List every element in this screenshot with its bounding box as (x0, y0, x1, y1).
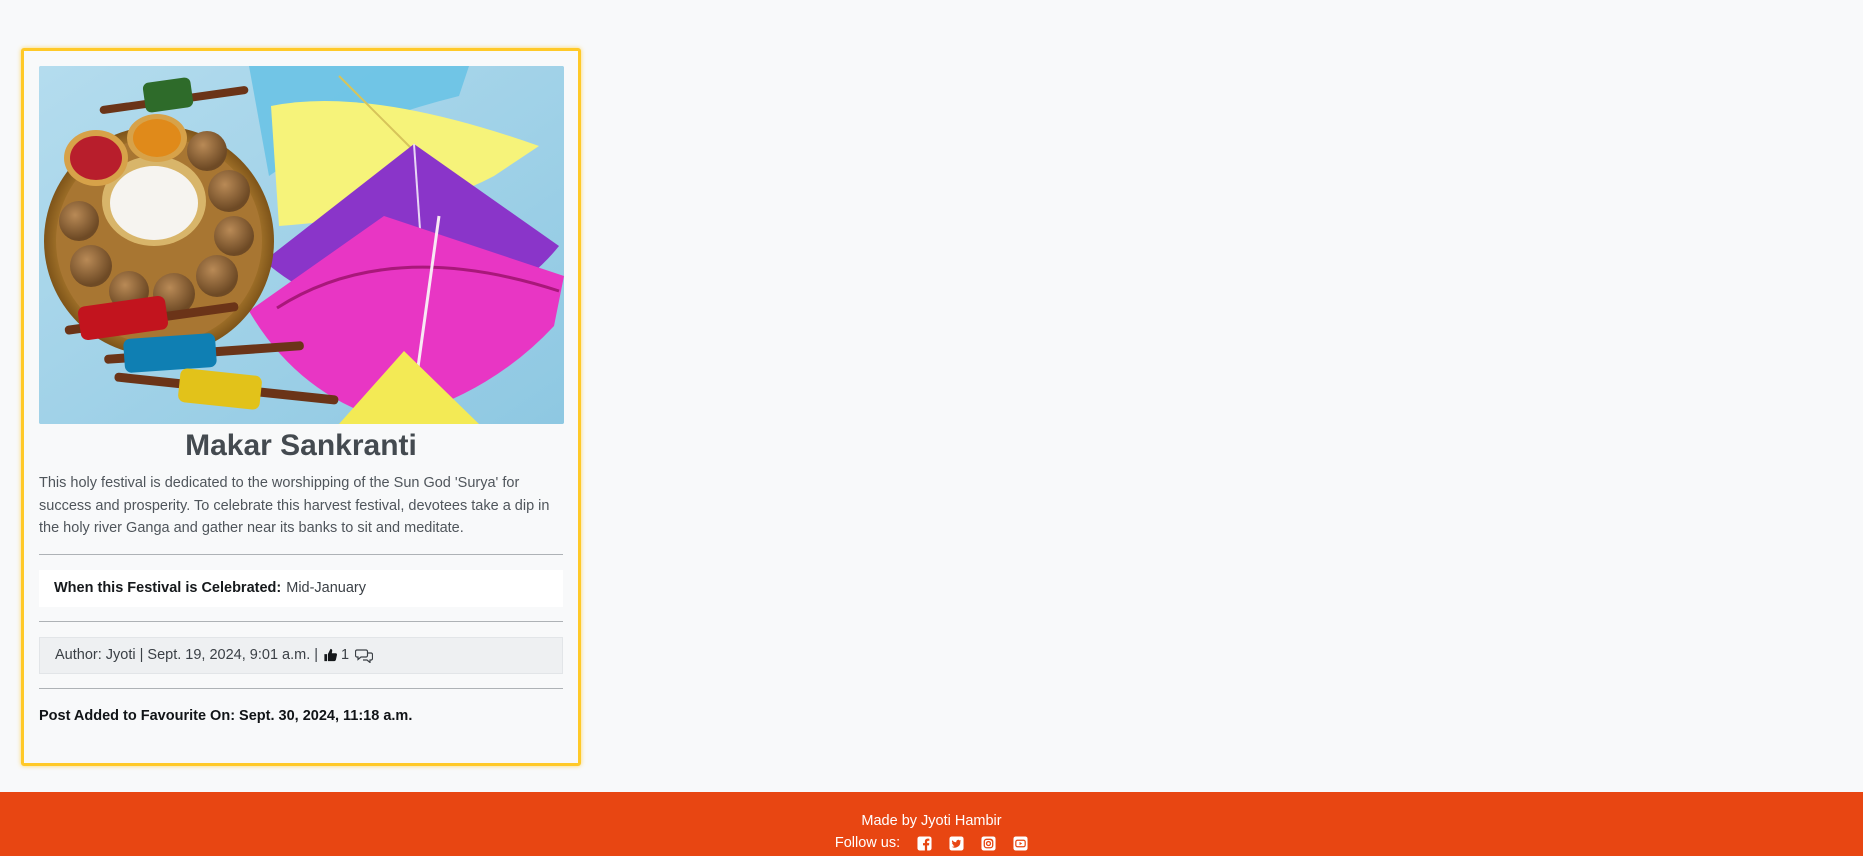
divider (39, 553, 563, 555)
footer-credit: Made by Jyoti Hambir (861, 813, 1002, 829)
page: Makar Sankranti This holy festival is de… (0, 0, 1863, 856)
twitter-icon[interactable] (949, 835, 964, 851)
festival-card: Makar Sankranti This holy festival is de… (21, 48, 581, 766)
author-info: Author: Jyoti | Sept. 19, 2024, 9:01 a.m… (39, 636, 563, 674)
instagram-icon[interactable] (981, 835, 996, 851)
celebration-label: When this Festival is Celebrated: (54, 580, 282, 596)
festival-image (39, 66, 564, 424)
youtube-icon[interactable] (1013, 835, 1028, 851)
facebook-icon[interactable] (917, 835, 932, 851)
comment-icon[interactable] (355, 648, 374, 663)
author-meta: Author: Jyoti | Sept. 19, 2024, 9:01 a.m… (55, 647, 319, 663)
divider (39, 620, 563, 622)
card-description: This holy festival is dedicated to the w… (39, 475, 550, 536)
celebration-value: Mid-January (286, 580, 367, 596)
card-title: Makar Sankranti (185, 429, 417, 462)
thumbs-up-icon[interactable] (323, 648, 338, 662)
follow-us-label: Follow us: (834, 835, 901, 851)
divider (39, 687, 563, 689)
favourite-added-info: Post Added to Favourite On: Sept. 30, 20… (39, 707, 413, 724)
celebration-info: When this Festival is Celebrated: Mid-Ja… (39, 569, 563, 607)
likes-count: 1 (341, 647, 350, 663)
footer: Made by Jyoti Hambir Follow us: (0, 792, 1863, 856)
follow-us-row: Follow us: (0, 833, 1863, 853)
